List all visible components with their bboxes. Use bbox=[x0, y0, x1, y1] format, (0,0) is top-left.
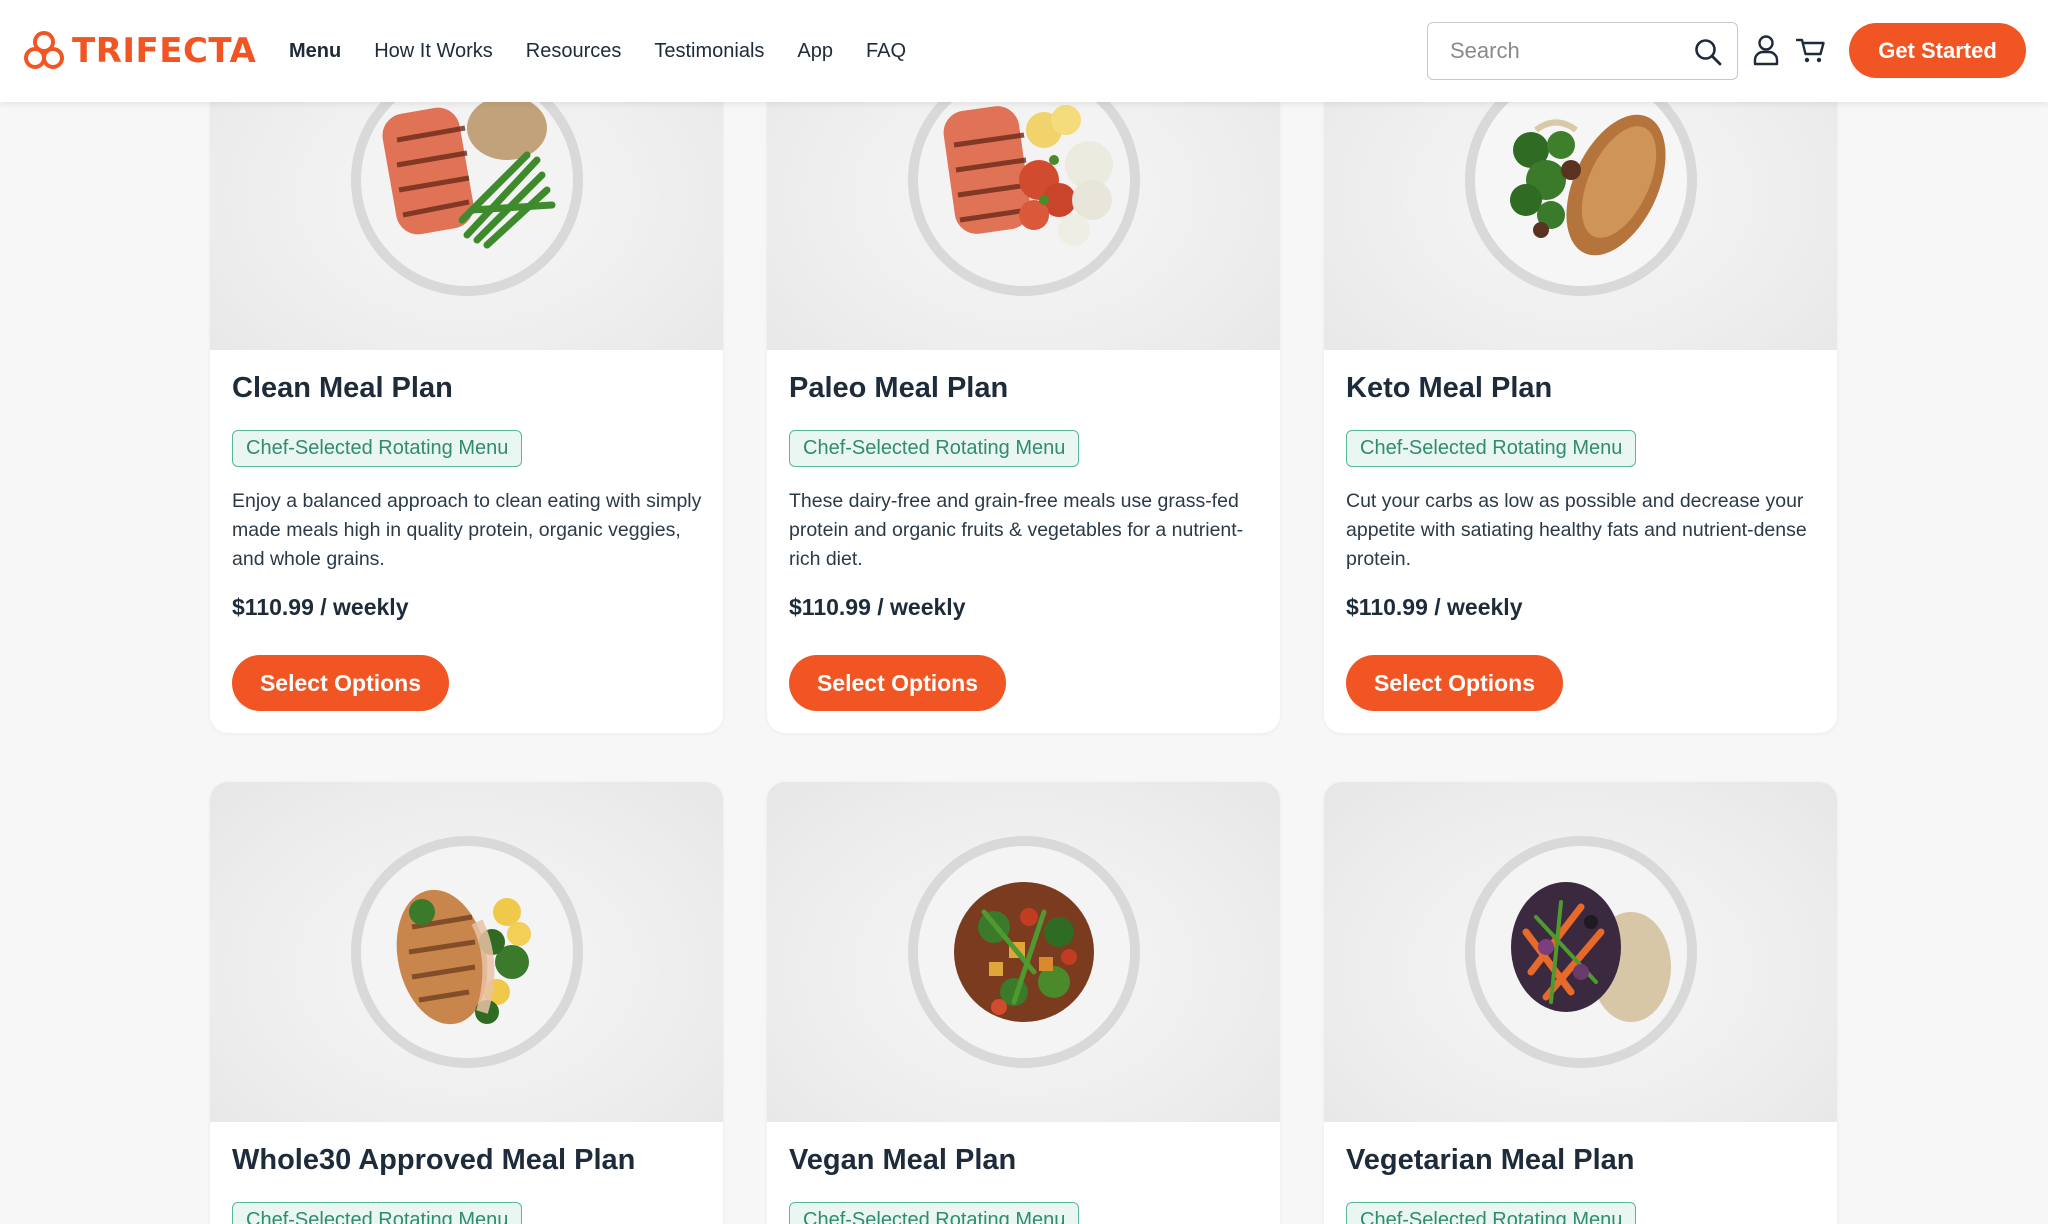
main-nav: Menu How It Works Resources Testimonials… bbox=[289, 0, 906, 102]
card-title: Vegan Meal Plan bbox=[789, 1144, 1017, 1176]
trifecta-logo[interactable]: TRIFECTA bbox=[22, 30, 256, 72]
search-icon[interactable] bbox=[1693, 37, 1723, 67]
search-box bbox=[1427, 22, 1738, 80]
rotating-menu-badge: Chef-Selected Rotating Menu bbox=[1346, 430, 1637, 467]
meal-image bbox=[210, 782, 723, 1122]
meal-plan-card: Vegan Meal Plan Chef-Selected Rotating M… bbox=[767, 782, 1280, 1224]
rotating-menu-badge: Chef-Selected Rotating Menu bbox=[789, 1202, 1080, 1224]
nav-item-resources[interactable]: Resources bbox=[526, 40, 622, 63]
user-icon[interactable] bbox=[1752, 34, 1780, 66]
rotating-menu-badge: Chef-Selected Rotating Menu bbox=[232, 430, 523, 467]
card-title: Paleo Meal Plan bbox=[789, 372, 1009, 404]
meal-plan-card: Clean Meal Plan Chef-Selected Rotating M… bbox=[210, 10, 723, 733]
nav-item-testimonials[interactable]: Testimonials bbox=[654, 40, 764, 63]
card-price: $110.99 / weekly bbox=[1346, 594, 1523, 620]
rotating-menu-badge: Chef-Selected Rotating Menu bbox=[1346, 1202, 1637, 1224]
rotating-menu-badge: Chef-Selected Rotating Menu bbox=[789, 430, 1080, 467]
meal-plan-card: Paleo Meal Plan Chef-Selected Rotating M… bbox=[767, 10, 1280, 733]
brand-name: TRIFECTA bbox=[72, 31, 257, 71]
card-price: $110.99 / weekly bbox=[789, 594, 966, 620]
select-options-button[interactable]: Select Options bbox=[1346, 655, 1563, 711]
search-input[interactable] bbox=[1428, 38, 1678, 64]
card-title: Whole30 Approved Meal Plan bbox=[232, 1144, 636, 1176]
meal-plan-card: Vegetarian Meal Plan Chef-Selected Rotat… bbox=[1324, 782, 1837, 1224]
card-title: Clean Meal Plan bbox=[232, 372, 453, 404]
plate-whole30-meal-image bbox=[350, 836, 583, 1068]
meal-image bbox=[1324, 782, 1837, 1122]
plate-vegan-meal-image bbox=[907, 836, 1140, 1068]
site-header: TRIFECTA Menu How It Works Resources Tes… bbox=[0, 0, 2048, 102]
nav-item-how-it-works[interactable]: How It Works bbox=[374, 40, 493, 63]
meal-plan-card: Keto Meal Plan Chef-Selected Rotating Me… bbox=[1324, 10, 1837, 733]
cart-icon[interactable] bbox=[1796, 37, 1826, 65]
card-description: These dairy-free and grain-free meals us… bbox=[789, 490, 1244, 570]
card-description: Enjoy a balanced approach to clean eatin… bbox=[232, 490, 702, 570]
get-started-button[interactable]: Get Started bbox=[1849, 23, 2026, 78]
nav-item-menu[interactable]: Menu bbox=[289, 40, 341, 63]
card-price: $110.99 / weekly bbox=[232, 594, 409, 620]
nav-item-faq[interactable]: FAQ bbox=[866, 40, 906, 63]
logo-mark-icon bbox=[24, 31, 64, 69]
meal-plan-card: Whole30 Approved Meal Plan Chef-Selected… bbox=[210, 782, 723, 1224]
select-options-button[interactable]: Select Options bbox=[789, 655, 1006, 711]
plate-vegetarian-meal-image bbox=[1464, 836, 1697, 1068]
meal-image bbox=[767, 782, 1280, 1122]
nav-item-app[interactable]: App bbox=[797, 40, 833, 63]
card-title: Keto Meal Plan bbox=[1346, 372, 1553, 404]
card-description: Cut your carbs as low as possible and de… bbox=[1346, 490, 1807, 570]
card-title: Vegetarian Meal Plan bbox=[1346, 1144, 1635, 1176]
select-options-button[interactable]: Select Options bbox=[232, 655, 449, 711]
rotating-menu-badge: Chef-Selected Rotating Menu bbox=[232, 1202, 523, 1224]
